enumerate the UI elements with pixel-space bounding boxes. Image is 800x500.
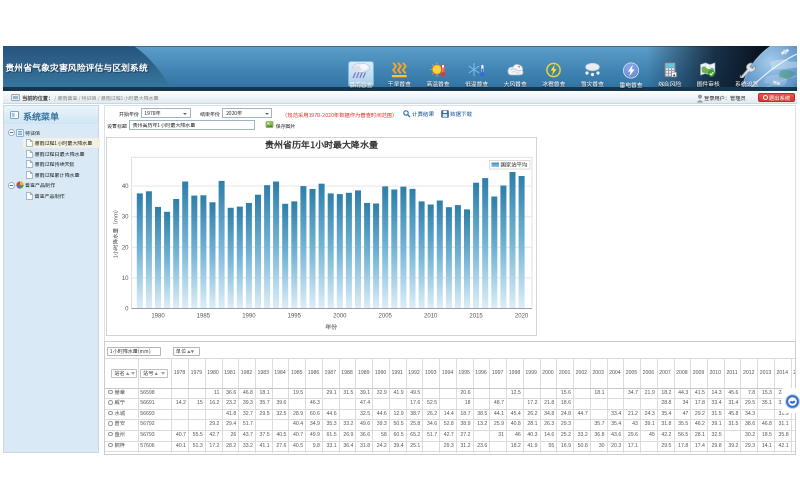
svg-text:1985: 1985 xyxy=(197,313,211,319)
svg-text:20: 20 xyxy=(122,245,129,251)
svg-text:30: 30 xyxy=(122,214,129,220)
svg-text:1980: 1980 xyxy=(151,313,165,319)
svg-text:贵州省历年1小时最大降水量: 贵州省历年1小时最大降水量 xyxy=(265,138,379,151)
svg-text:年份: 年份 xyxy=(325,322,337,331)
svg-text:2015: 2015 xyxy=(469,313,483,319)
svg-text:国家站平均: 国家站平均 xyxy=(501,160,528,168)
svg-text:1995: 1995 xyxy=(288,313,302,319)
svg-text:2000: 2000 xyxy=(333,313,347,319)
svg-text:1990: 1990 xyxy=(242,313,256,319)
svg-text:2020: 2020 xyxy=(515,313,529,319)
svg-text:40: 40 xyxy=(122,184,129,190)
svg-text:1小时降水量（mm）: 1小时降水量（mm） xyxy=(112,206,120,258)
svg-text:2010: 2010 xyxy=(424,313,438,319)
svg-text:10: 10 xyxy=(122,275,129,281)
svg-text:0: 0 xyxy=(125,306,129,312)
svg-text:2005: 2005 xyxy=(379,313,393,319)
